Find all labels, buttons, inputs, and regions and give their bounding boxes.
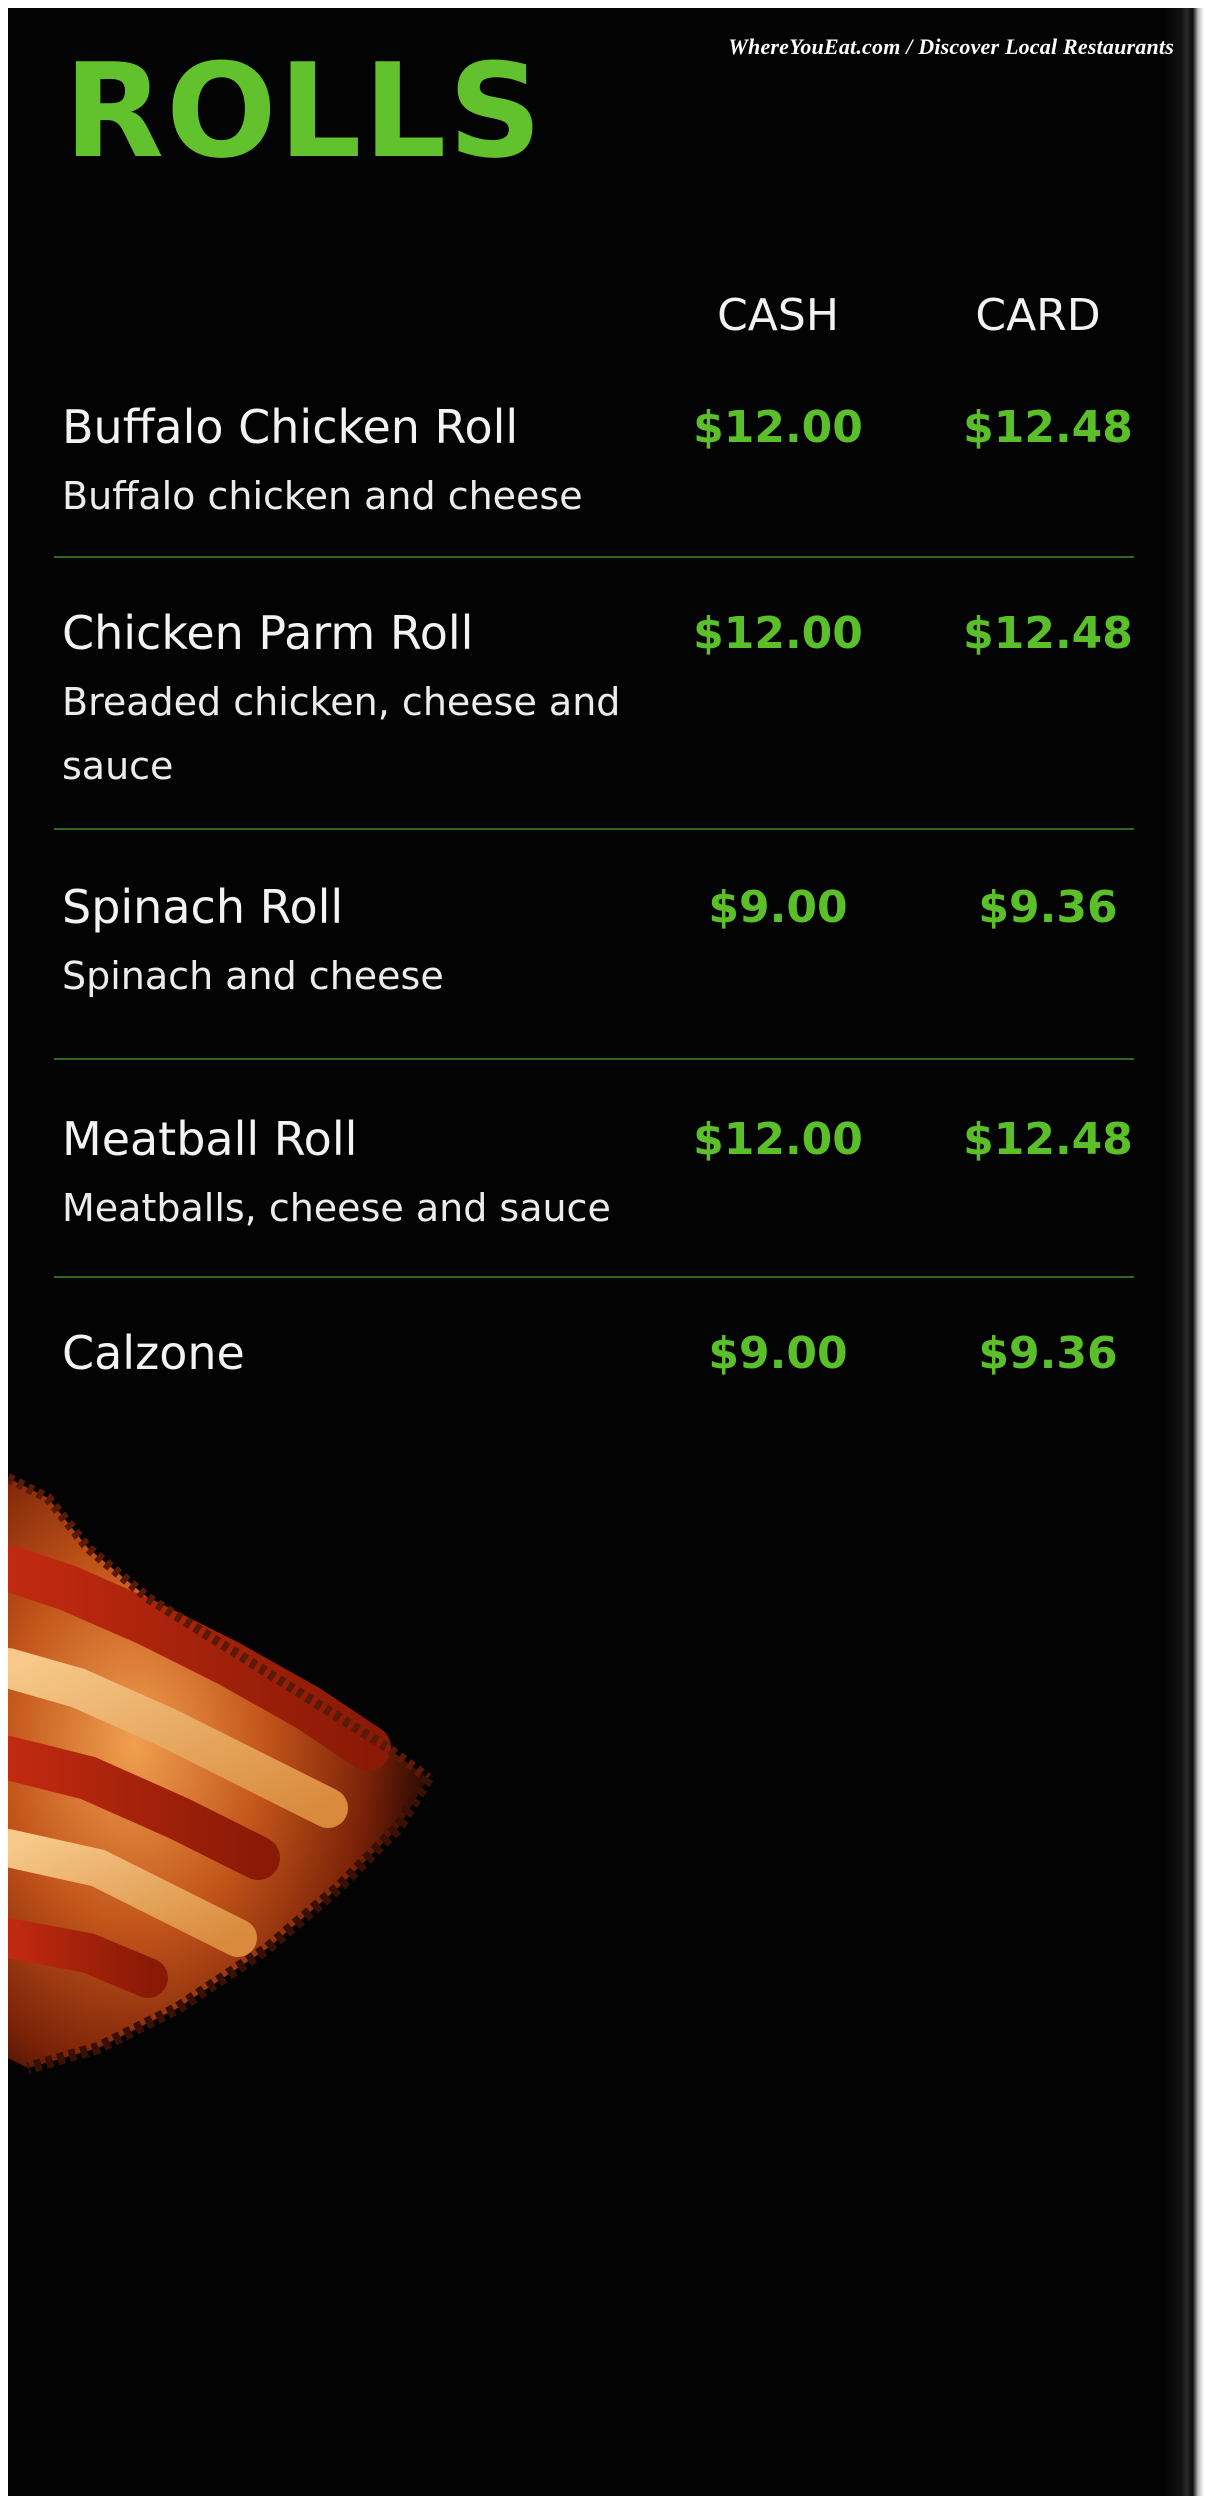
calzone-photo: [8, 1473, 434, 2074]
menu-panel: WhereYouEat.com / Discover Local Restaur…: [8, 8, 1204, 2496]
item-name: Calzone: [62, 1326, 245, 1380]
item-description: Meatballs, cheese and sauce: [62, 1186, 611, 1230]
item-name: Buffalo Chicken Roll: [62, 400, 519, 454]
cash-price: $9.00: [708, 882, 848, 933]
item-name: Spinach Roll: [62, 880, 344, 934]
cash-price: $12.00: [693, 608, 863, 659]
card-column-header: CARD: [975, 290, 1101, 341]
cash-column-header: CASH: [717, 290, 839, 341]
cash-price: $9.00: [708, 1328, 848, 1379]
card-price: $9.36: [978, 1328, 1118, 1379]
watermark: WhereYouEat.com / Discover Local Restaur…: [728, 34, 1174, 59]
item-divider: [54, 1058, 1134, 1060]
card-price: $12.48: [963, 402, 1133, 453]
card-price: $12.48: [963, 1114, 1133, 1165]
item-name: Chicken Parm Roll: [62, 606, 474, 660]
item-description: Breaded chicken, cheese and sauce: [62, 680, 621, 788]
item-divider: [54, 1276, 1134, 1278]
cash-price: $12.00: [693, 1114, 863, 1165]
page-edge: [1166, 8, 1204, 2496]
item-description: Buffalo chicken and cheese: [62, 474, 583, 518]
card-price: $9.36: [978, 882, 1118, 933]
item-description: Spinach and cheese: [62, 954, 444, 998]
card-price: $12.48: [963, 608, 1133, 659]
cash-price: $12.00: [693, 402, 863, 453]
item-name: Meatball Roll: [62, 1112, 358, 1166]
menu-title: ROLLS: [64, 35, 544, 187]
item-divider: [54, 556, 1134, 558]
item-divider: [54, 828, 1134, 830]
